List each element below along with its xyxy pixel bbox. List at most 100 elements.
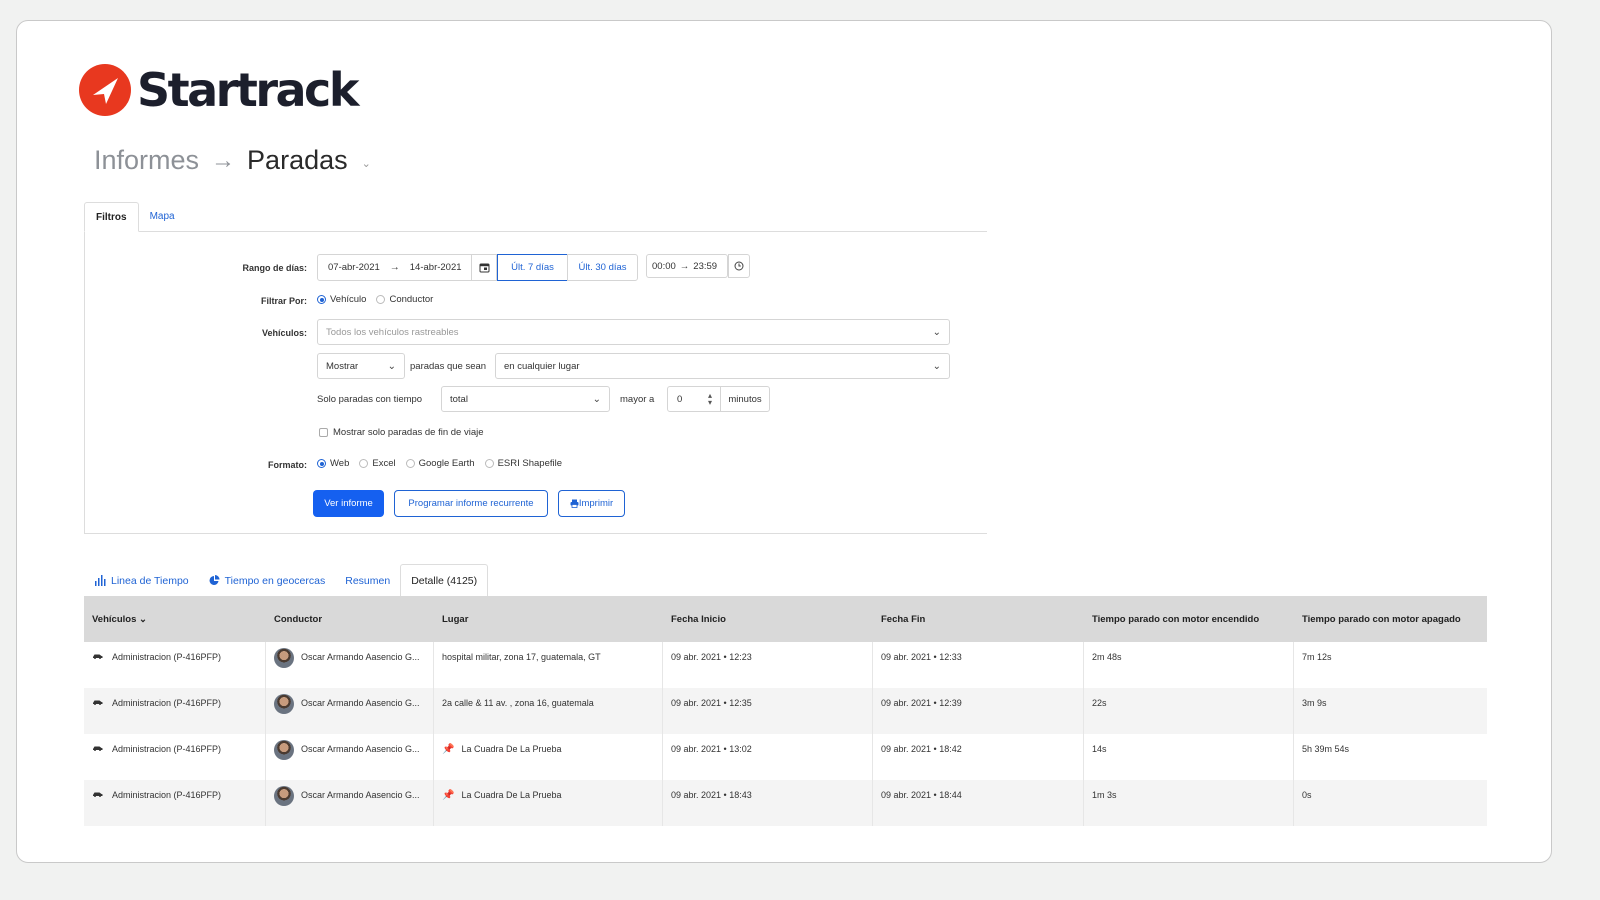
col-fecha-inicio-header[interactable]: Fecha Inicio: [663, 596, 873, 642]
table-row[interactable]: Administracion (P-416PFP) Oscar Armando …: [84, 642, 1487, 688]
schedule-report-button[interactable]: Programar informe recurrente: [394, 490, 548, 517]
startrack-logo[interactable]: Startrack: [79, 63, 359, 117]
col-conductor-header[interactable]: Conductor: [266, 596, 434, 642]
checkbox-box: [319, 428, 328, 437]
only-stops-time-text: Solo paradas con tiempo: [317, 394, 423, 405]
cell-location: 2a calle & 11 av. , zona 16, guatemala: [434, 688, 663, 734]
filter-by-group: Vehículo Conductor: [317, 294, 443, 305]
radio-web[interactable]: Web: [317, 458, 349, 469]
cell-end-date: 09 abr. 2021 • 18:44: [873, 780, 1084, 826]
vehicles-select[interactable]: Todos los vehículos rastreables ⌄: [317, 319, 950, 345]
cell-driver: Oscar Armando Aasencio G...: [266, 642, 434, 688]
radio-selected-icon: [317, 459, 326, 468]
vehicle-name: Administracion (P-416PFP): [112, 652, 222, 662]
time-type-select[interactable]: total ⌄: [441, 386, 610, 412]
minutes-stepper[interactable]: 0 ▴ ▾: [667, 386, 721, 412]
avatar: [274, 694, 294, 714]
trip-end-checkbox-label: Mostrar solo paradas de fin de viaje: [333, 427, 484, 438]
result-tabs: Linea de Tiempo Tiempo en geocercas Resu…: [84, 564, 489, 597]
col-vehiculos-header[interactable]: Vehículos ⌄: [84, 596, 266, 642]
radio-esri-label: ESRI Shapefile: [497, 458, 563, 469]
cell-engine-off: 5h 39m 54s: [1302, 744, 1350, 754]
clock-button[interactable]: [728, 254, 750, 278]
tab-tiempo-en-geocercas[interactable]: Tiempo en geocercas: [199, 564, 336, 597]
driver-name: Oscar Armando Aasencio G...: [301, 744, 420, 754]
page-title: Paradas: [247, 145, 348, 175]
stops-that-are-text: paradas que sean: [410, 361, 487, 372]
pin-icon: 📌: [442, 790, 455, 801]
tab-linea-de-tiempo[interactable]: Linea de Tiempo: [84, 564, 199, 597]
print-button[interactable]: Imprimir: [558, 490, 625, 517]
trip-end-checkbox[interactable]: Mostrar solo paradas de fin de viaje: [319, 427, 484, 438]
date-from: 07-abr-2021: [328, 262, 380, 273]
avatar: [274, 786, 294, 806]
table-row[interactable]: Administracion (P-416PFP) Oscar Armando …: [84, 734, 1487, 780]
driver-name: Oscar Armando Aasencio G...: [301, 698, 420, 708]
vehicle-name: Administracion (P-416PFP): [112, 790, 222, 800]
stepper-arrows-icon[interactable]: ▴ ▾: [708, 392, 712, 407]
radio-conductor[interactable]: Conductor: [376, 294, 433, 305]
date-range-input[interactable]: 07-abr-2021 → 14-abr-2021: [317, 254, 497, 281]
date-to: 14-abr-2021: [409, 262, 462, 273]
col-motor-encendido-header[interactable]: Tiempo parado con motor encendido: [1084, 596, 1294, 642]
vehicles-placeholder: Todos los vehículos rastreables: [326, 326, 459, 338]
col-fecha-fin-header[interactable]: Fecha Fin: [873, 596, 1084, 642]
chevron-down-icon[interactable]: ⌄: [362, 157, 371, 170]
radio-web-label: Web: [330, 458, 350, 469]
location-select-value: en cualquier lugar: [504, 360, 580, 372]
car-icon: [93, 746, 103, 751]
cell-driver: Oscar Armando Aasencio G...: [266, 688, 434, 734]
vehicle-name: Administracion (P-416PFP): [112, 744, 222, 754]
col-motor-apagado-header[interactable]: Tiempo parado con motor apagado: [1294, 596, 1487, 642]
breadcrumb-parent[interactable]: Informes: [94, 145, 199, 176]
radio-vehiculo-label: Vehículo: [330, 294, 367, 305]
tab-tiempo-en-geocercas-label: Tiempo en geocercas: [224, 574, 326, 587]
cell-end-date: 09 abr. 2021 • 18:42: [873, 734, 1084, 780]
last-30-days-button[interactable]: Últ. 30 días: [567, 254, 638, 281]
last-7-days-button[interactable]: Últ. 7 días: [497, 254, 568, 281]
print-label: Imprimir: [578, 498, 614, 509]
chevron-down-icon: ⌄: [387, 360, 396, 372]
tab-filtros[interactable]: Filtros: [84, 202, 139, 232]
avatar: [274, 648, 294, 668]
radio-excel[interactable]: Excel: [359, 458, 396, 469]
radio-conductor-label: Conductor: [389, 294, 434, 305]
cell-engine-on: 2m 48s: [1084, 642, 1294, 688]
filters-panel: Rango de días: 07-abr-2021 → 14-abr-2021…: [84, 232, 987, 534]
table-header: Vehículos ⌄ Conductor Lugar Fecha Inicio…: [84, 596, 1487, 642]
minutes-unit: minutos: [720, 386, 770, 412]
table-row[interactable]: Administracion (P-416PFP) Oscar Armando …: [84, 780, 1487, 826]
calendar-button[interactable]: [471, 254, 497, 281]
radio-esri-shapefile[interactable]: ESRI Shapefile: [484, 458, 563, 469]
range-label: Rango de días:: [242, 263, 307, 273]
time-type-value: total: [450, 393, 468, 405]
tab-detalle[interactable]: Detalle (4125): [400, 564, 489, 597]
car-icon: [93, 700, 103, 705]
radio-google-earth[interactable]: Google Earth: [405, 458, 475, 469]
cell-end-date: 09 abr. 2021 • 12:33: [873, 642, 1084, 688]
radio-unselected-icon: [405, 459, 415, 468]
tab-linea-de-tiempo-label: Linea de Tiempo: [111, 574, 189, 587]
tab-resumen[interactable]: Resumen: [335, 564, 400, 597]
radio-unselected-icon: [376, 295, 386, 304]
time-range-input[interactable]: 00:00 → 23:59: [646, 254, 728, 278]
cell-start-date: 09 abr. 2021 • 12:35: [663, 688, 873, 734]
cell-engine-off: 7m 12s: [1302, 652, 1332, 662]
cell-location: 📌 La Cuadra De La Prueba: [434, 734, 663, 780]
location-select[interactable]: en cualquier lugar ⌄: [495, 353, 950, 379]
chevron-down-icon: ⌄: [932, 360, 941, 372]
chevron-down-icon: ⌄: [592, 393, 601, 405]
avatar: [274, 740, 294, 760]
radio-vehiculo[interactable]: Vehículo: [317, 294, 366, 305]
car-icon: [93, 654, 103, 659]
radio-selected-icon: [317, 295, 326, 304]
clock-icon: [734, 261, 744, 271]
tab-mapa[interactable]: Mapa: [139, 202, 186, 232]
cell-start-date: 09 abr. 2021 • 18:43: [663, 780, 873, 826]
show-select[interactable]: Mostrar ⌄: [317, 353, 405, 379]
view-report-button[interactable]: Ver informe: [313, 490, 384, 517]
col-lugar-header[interactable]: Lugar: [434, 596, 663, 642]
filter-tabs: Filtros Mapa: [84, 202, 987, 232]
cell-location: 📌 La Cuadra De La Prueba: [434, 780, 663, 826]
table-row[interactable]: Administracion (P-416PFP) Oscar Armando …: [84, 688, 1487, 734]
